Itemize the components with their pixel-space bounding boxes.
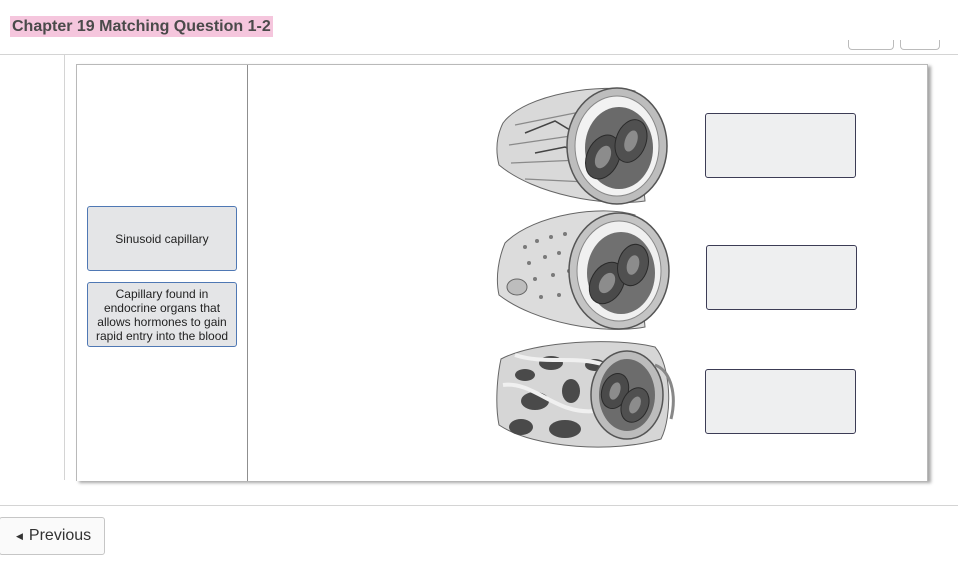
matching-panel: Sinusoid capillary Capillary found in en… [76, 64, 928, 481]
panel-column-divider [247, 65, 248, 481]
drop-target-2[interactable] [706, 245, 857, 310]
fenestrated-capillary-illustration [496, 210, 670, 330]
drop-target-3[interactable] [705, 369, 856, 434]
tab-stub-right[interactable] [900, 40, 940, 50]
drag-item-label: Sinusoid capillary [115, 231, 209, 246]
drop-target-1[interactable] [705, 113, 856, 178]
previous-button[interactable]: ◀ Previous [0, 517, 105, 555]
matching-question-page: Chapter 19 Matching Question 1-2 Sinusoi… [0, 0, 958, 566]
drag-item-label: Capillary found in endocrine organs that… [95, 286, 229, 343]
footer-divider [0, 505, 958, 506]
header-divider [0, 54, 958, 55]
content-left-border [64, 55, 65, 480]
drag-item-endocrine-capillary-description[interactable]: Capillary found in endocrine organs that… [87, 282, 237, 347]
continuous-capillary-illustration [496, 87, 668, 205]
page-title: Chapter 19 Matching Question 1-2 [10, 16, 273, 37]
sinusoid-capillary-illustration [496, 341, 675, 448]
caret-left-icon: ◀ [16, 530, 23, 541]
previous-button-label: Previous [28, 527, 92, 544]
tab-stub-left[interactable] [848, 40, 894, 50]
drag-item-sinusoid-capillary[interactable]: Sinusoid capillary [87, 206, 237, 271]
